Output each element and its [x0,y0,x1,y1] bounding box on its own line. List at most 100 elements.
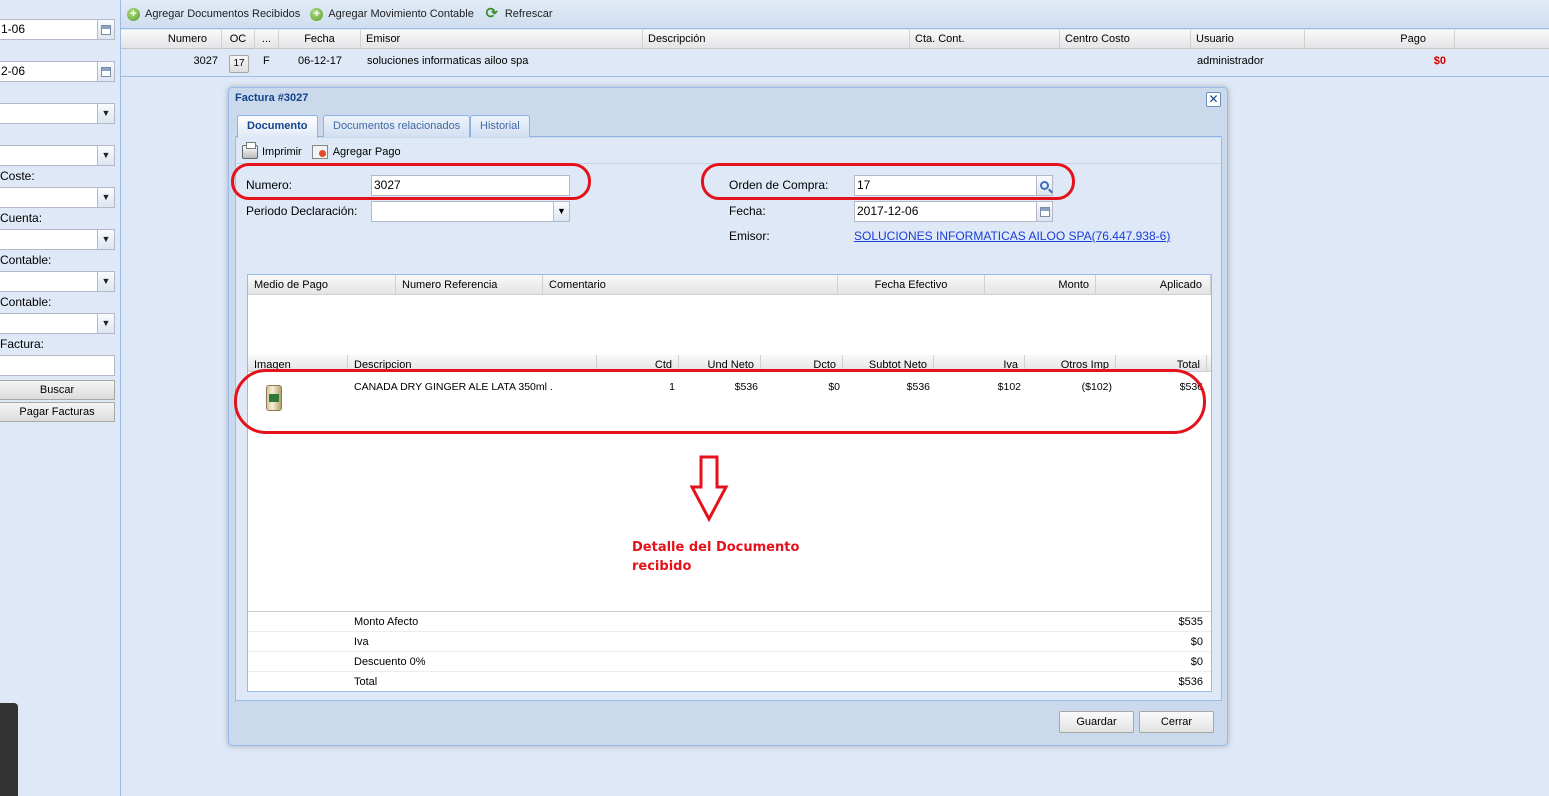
column-header-aplicado[interactable]: Aplicado [1096,275,1211,295]
column-header-numero[interactable]: Numero [121,30,222,49]
column-header-monto[interactable]: Monto [985,275,1096,295]
row-fecha: 06-12-17 [298,55,343,67]
column-header-dcto[interactable]: Dcto [761,355,843,372]
account-select[interactable]: ▼ [0,229,115,250]
close-icon[interactable]: ✕ [1206,92,1221,107]
column-header-ctd[interactable]: Ctd [597,355,679,372]
column-header-fecha-efectivo[interactable]: Fecha Efectivo [838,275,985,295]
column-header-iva[interactable]: Iva [934,355,1025,372]
column-header-cta-cont[interactable]: Cta. Cont. [910,30,1060,49]
column-header-fecha[interactable]: Fecha [279,30,361,49]
product-image [266,385,282,411]
add-icon: + [127,7,140,21]
column-header-numero-referencia[interactable]: Numero Referencia [396,275,543,295]
total-value: $536 [1178,676,1203,688]
payment-icon [311,144,328,159]
date-from-value: 1-06 [1,22,26,36]
pay-invoices-button[interactable]: Pagar Facturas [0,402,115,422]
date-from-field[interactable]: 1-06 [0,19,115,40]
column-header-usuario[interactable]: Usuario [1191,30,1305,49]
print-button[interactable]: Imprimir [242,141,302,159]
calendar-icon[interactable] [1036,201,1053,222]
column-header-pago[interactable]: Pago [1305,30,1455,49]
column-header-imagen[interactable]: Imagen [248,355,348,372]
filter-panel: 1-06 2-06 ▼ ▼ Coste: ▼ Cuenta: ▼ Contabl… [0,0,121,796]
item-otros: ($102) [1081,381,1112,393]
fecha-field[interactable]: 2017-12-06 [854,201,1053,222]
column-header-descripcion[interactable]: Descripción [643,30,910,49]
chevron-down-icon[interactable]: ▼ [97,230,114,249]
fecha-value: 2017-12-06 [857,204,919,218]
column-header-total[interactable]: Total [1116,355,1207,372]
date-to-value: 2-06 [1,64,26,78]
column-header-oc[interactable]: OC [222,30,255,49]
main-toolbar: + Agregar Documentos Recibidos + Agregar… [121,0,1549,29]
invoice-window: Factura #3027 ✕ Documento Documentos rel… [228,87,1228,746]
accounting-select-2[interactable]: ▼ [0,313,115,334]
filter-select-1[interactable]: ▼ [0,103,115,124]
total-label: Iva [354,636,369,648]
chevron-down-icon[interactable]: ▼ [97,314,114,333]
search-button[interactable]: Buscar [0,380,115,400]
column-header-medio-pago[interactable]: Medio de Pago [248,275,396,295]
window-header[interactable]: Factura #3027 ✕ [229,88,1227,110]
column-header-und-neto[interactable]: Und Neto [679,355,761,372]
printer-icon [242,141,258,159]
add-accounting-movement-button[interactable]: + Agregar Movimiento Contable [310,7,474,21]
document-detail-area: Medio de Pago Numero Referencia Comentar… [247,274,1212,692]
calendar-icon[interactable] [97,62,114,81]
column-header-type[interactable]: ... [255,30,279,49]
column-header-descripcion[interactable]: Descripcion [348,355,597,372]
accounting-select-1[interactable]: ▼ [0,271,115,292]
totals-row: Monto Afecto $535 [248,611,1211,631]
documents-grid-header: Numero OC ... Fecha Emisor Descripción C… [121,30,1549,49]
periodo-select[interactable]: ▼ [371,201,570,222]
chevron-down-icon[interactable]: ▼ [97,272,114,291]
window-title: Factura #3027 [235,92,309,104]
filter-label: Contable: [0,253,52,267]
column-header-centro-costo[interactable]: Centro Costo [1060,30,1191,49]
tab-historial[interactable]: Historial [470,115,530,137]
add-received-docs-button[interactable]: + Agregar Documentos Recibidos [127,7,300,21]
item-und-neto: $536 [734,381,758,393]
chevron-down-icon[interactable]: ▼ [553,201,570,222]
total-label: Descuento 0% [354,656,426,668]
filter-label: Factura: [0,337,45,351]
column-header-emisor[interactable]: Emisor [361,30,643,49]
column-header-subtot-neto[interactable]: Subtot Neto [843,355,934,372]
cost-center-select[interactable]: ▼ [0,187,115,208]
save-button[interactable]: Guardar [1059,711,1134,733]
row-usuario: administrador [1197,55,1264,67]
tab-documento[interactable]: Documento [237,115,318,138]
tab-documentos-relacionados[interactable]: Documentos relacionados [323,115,471,137]
total-value: $535 [1178,616,1203,628]
arrow-down-icon [689,455,729,523]
refresh-button[interactable]: ⟳ Refrescar [484,5,553,22]
filter-select-2[interactable]: ▼ [0,145,115,166]
filter-label: Contable: [0,295,52,309]
orden-compra-value: 17 [857,178,871,192]
numero-field[interactable]: 3027 [371,175,570,196]
add-payment-button[interactable]: Agregar Pago [311,144,401,159]
chevron-down-icon[interactable]: ▼ [97,146,114,165]
refresh-icon: ⟳ [485,5,499,22]
calendar-icon[interactable] [97,20,114,39]
date-to-field[interactable]: 2-06 [0,61,115,82]
total-value: $0 [1190,656,1203,668]
emisor-link[interactable]: SOLUCIONES INFORMATICAS AILOO SPA(76.447… [854,229,1170,243]
item-ctd: 1 [669,381,675,393]
orden-compra-field[interactable]: 17 [854,175,1053,196]
column-header-comentario[interactable]: Comentario [543,275,838,295]
chevron-down-icon[interactable]: ▼ [97,188,114,207]
row-pago: $0 [1433,55,1446,67]
side-tab[interactable] [0,703,18,796]
column-header-otros-imp[interactable]: Otros Imp [1025,355,1116,372]
numero-label: Numero: [246,178,293,192]
close-button[interactable]: Cerrar [1139,711,1214,733]
invoice-field[interactable] [0,355,115,376]
purchase-order-button[interactable]: 17 [229,55,249,73]
chevron-down-icon[interactable]: ▼ [97,104,114,123]
search-icon[interactable] [1036,175,1053,196]
totals-row: Total $536 [248,671,1211,691]
table-row[interactable]: 3027 17 F 06-12-17 soluciones informatic… [121,50,1549,77]
